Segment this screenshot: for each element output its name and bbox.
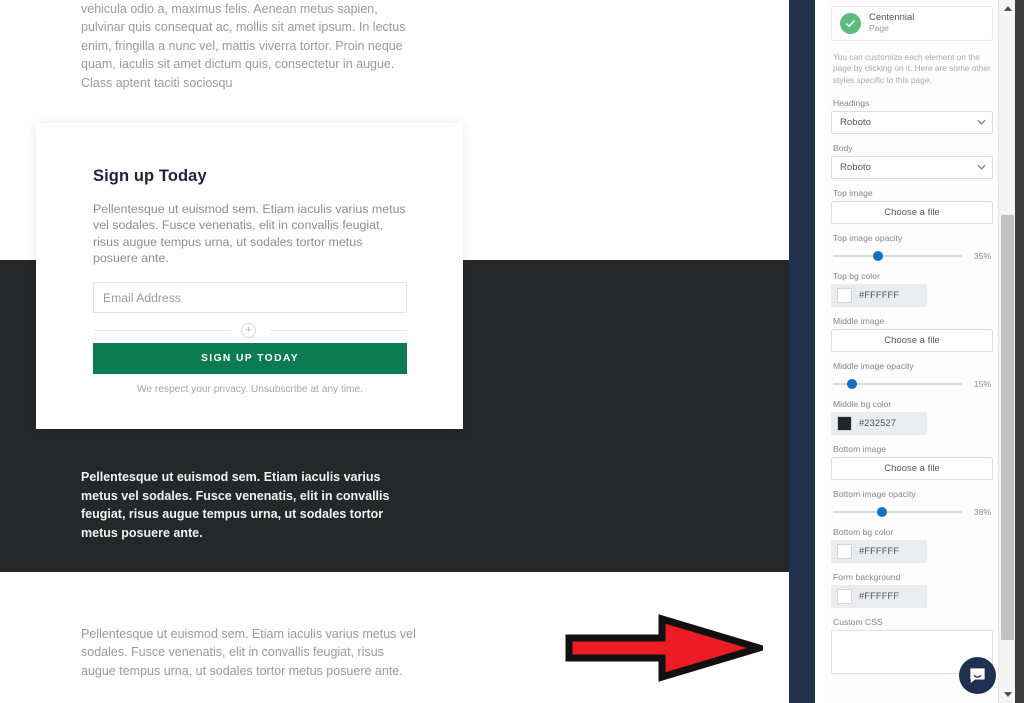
signup-title: Sign up Today bbox=[93, 167, 207, 185]
helper-text: You can customize each element on the pa… bbox=[833, 52, 991, 85]
top-image-choose-file-button[interactable]: Choose a file bbox=[831, 200, 993, 224]
field-bottom-image: Bottom image Choose a file bbox=[831, 444, 993, 480]
sidebar-scrollbar[interactable] bbox=[998, 0, 1015, 703]
body-label: Body bbox=[833, 142, 853, 153]
top-bg-color-picker[interactable]: #FFFFFF bbox=[831, 283, 927, 307]
field-middle-image-opacity: Middle image opacity 15% bbox=[831, 361, 993, 390]
top-image-opacity-label: Top image opacity bbox=[833, 232, 903, 243]
middle-image-label: Middle image bbox=[833, 315, 885, 326]
form-background-color-picker[interactable]: #FFFFFF bbox=[831, 584, 927, 608]
middle-image-opacity-label: Middle image opacity bbox=[833, 360, 914, 371]
field-top-image: Top image Choose a file bbox=[831, 188, 993, 224]
bottom-bg-color-label: Bottom bg color bbox=[833, 526, 894, 537]
field-form-background: Form background #FFFFFF bbox=[831, 572, 993, 608]
top-section-paragraph: vehicula odio a, maximus felis. Aenean m… bbox=[81, 2, 406, 90]
bottom-image-opacity-value: 38% bbox=[973, 506, 991, 517]
field-middle-image: Middle image Choose a file bbox=[831, 316, 993, 352]
page-preview: vehicula odio a, maximus felis. Aenean m… bbox=[0, 0, 789, 703]
signup-form-card: Sign up Today Pellentesque ut euismod se… bbox=[36, 123, 463, 429]
middle-section-paragraph: Pellentesque ut euismod sem. Etiam iacul… bbox=[81, 470, 390, 540]
bottom-image-label: Bottom image bbox=[833, 443, 887, 454]
plus-icon[interactable]: + bbox=[241, 323, 256, 339]
field-bottom-image-opacity: Bottom image opacity 38% bbox=[831, 489, 993, 518]
page-chip[interactable]: Centennial Page bbox=[831, 6, 993, 41]
bottom-bg-color-value: #FFFFFF bbox=[859, 546, 900, 557]
top-bg-color-value: #FFFFFF bbox=[859, 290, 900, 301]
slider-knob[interactable] bbox=[847, 378, 858, 389]
body-font-select[interactable]: Roboto bbox=[831, 155, 993, 179]
field-headings: Headings Roboto bbox=[831, 98, 993, 134]
field-bottom-bg-color: Bottom bg color #FFFFFF bbox=[831, 527, 993, 563]
form-background-label: Form background bbox=[833, 571, 901, 582]
slider-rail bbox=[833, 254, 962, 257]
top-bg-color-label: Top bg color bbox=[833, 270, 880, 281]
chat-bubble-icon bbox=[970, 668, 985, 684]
check-circle-icon bbox=[840, 13, 861, 34]
page-chip-subtitle: Page bbox=[869, 23, 889, 34]
divider-line-right bbox=[269, 330, 407, 332]
top-image-opacity-slider[interactable] bbox=[833, 250, 962, 262]
editor-divider-strip bbox=[789, 0, 815, 703]
bottom-image-opacity-label: Bottom image opacity bbox=[833, 488, 916, 499]
middle-bg-color-picker[interactable]: #232527 bbox=[831, 411, 927, 435]
headings-label: Headings bbox=[833, 97, 870, 108]
privacy-note: We respect your privacy. Unsubscribe at … bbox=[136, 384, 364, 396]
bottom-section-paragraph: Pellentesque ut euismod sem. Etiam iacul… bbox=[81, 627, 416, 678]
middle-image-choose-file-button[interactable]: Choose a file bbox=[831, 328, 993, 352]
bottom-bg-color-picker[interactable]: #FFFFFF bbox=[831, 539, 927, 563]
middle-bg-color-label: Middle bg color bbox=[833, 398, 892, 409]
color-swatch[interactable] bbox=[837, 415, 852, 431]
field-body: Body Roboto bbox=[831, 143, 993, 179]
bottom-image-choose-file-button[interactable]: Choose a file bbox=[831, 456, 993, 480]
annotation-arrow-icon bbox=[565, 614, 763, 682]
middle-bg-color-value: #232527 bbox=[859, 418, 897, 429]
field-top-image-opacity: Top image opacity 35% bbox=[831, 233, 993, 262]
middle-image-opacity-slider[interactable] bbox=[833, 378, 962, 390]
app-window: vehicula odio a, maximus felis. Aenean m… bbox=[0, 0, 1024, 703]
email-input[interactable] bbox=[93, 282, 407, 314]
top-image-label: Top image bbox=[833, 187, 873, 198]
custom-css-label: Custom CSS bbox=[833, 616, 883, 627]
color-swatch[interactable] bbox=[837, 287, 852, 303]
window-right-edge bbox=[1015, 0, 1024, 703]
slider-knob[interactable] bbox=[877, 506, 888, 517]
form-background-value: #FFFFFF bbox=[859, 591, 900, 602]
top-image-opacity-value: 35% bbox=[973, 250, 991, 261]
slider-rail bbox=[833, 510, 962, 513]
signup-submit-button[interactable]: SIGN UP TODAY bbox=[93, 343, 407, 375]
headings-font-select[interactable]: Roboto bbox=[831, 110, 993, 134]
chat-launcher-button[interactable] bbox=[959, 657, 996, 694]
color-swatch[interactable] bbox=[837, 543, 852, 559]
scroll-down-arrow-icon[interactable] bbox=[999, 686, 1016, 703]
field-top-bg-color: Top bg color #FFFFFF bbox=[831, 271, 993, 307]
bottom-image-opacity-slider[interactable] bbox=[833, 506, 962, 518]
sidebar-gutter bbox=[815, 0, 826, 703]
scrollbar-thumb[interactable] bbox=[1001, 215, 1014, 640]
style-settings-sidebar: Centennial Page You can customize each e… bbox=[826, 0, 998, 703]
divider-line-left bbox=[93, 330, 231, 332]
color-swatch[interactable] bbox=[837, 588, 852, 604]
middle-image-opacity-value: 15% bbox=[973, 378, 991, 389]
slider-knob[interactable] bbox=[873, 250, 884, 261]
scroll-up-arrow-icon[interactable] bbox=[999, 0, 1016, 17]
signup-subtitle: Pellentesque ut euismod sem. Etiam iacul… bbox=[93, 202, 406, 265]
field-middle-bg-color: Middle bg color #232527 bbox=[831, 399, 993, 435]
add-field-divider: + bbox=[93, 317, 407, 343]
